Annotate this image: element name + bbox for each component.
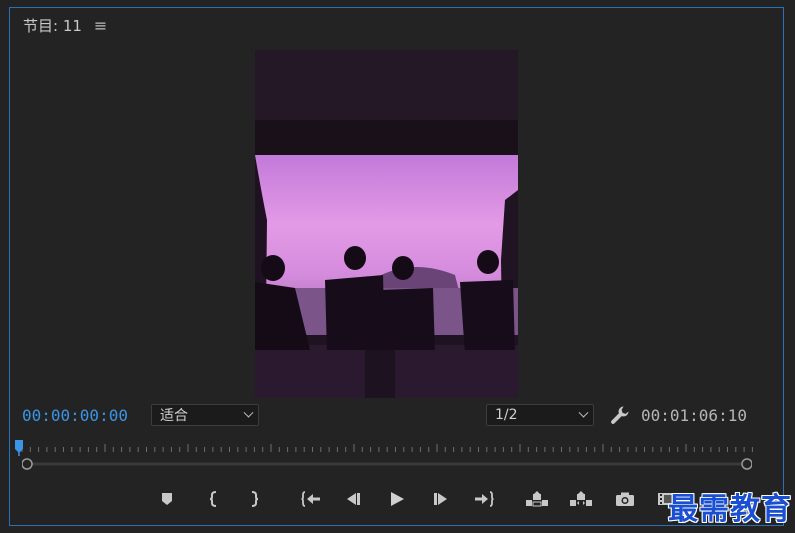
go-to-in-button[interactable] <box>298 486 324 512</box>
chevron-down-icon <box>578 407 589 418</box>
video-preview <box>255 50 518 398</box>
go-to-in-icon <box>301 491 320 507</box>
lift-icon <box>526 491 548 507</box>
duration-timecode: 00:01:06:10 <box>641 406 747 425</box>
go-to-out-button[interactable] <box>471 486 497 512</box>
add-marker-button[interactable] <box>154 486 180 512</box>
panel-header: 节目: 11 ≡ <box>23 14 107 36</box>
mark-in-button[interactable] <box>201 486 227 512</box>
fit-dropdown-value: 适合 <box>160 408 188 424</box>
fit-dropdown[interactable]: 适合 <box>151 404 259 426</box>
step-forward-button[interactable] <box>428 486 454 512</box>
play-button[interactable] <box>384 486 410 512</box>
marker-icon <box>162 493 172 505</box>
resolution-dropdown[interactable]: 1/2 <box>486 404 594 426</box>
watermark-logo: 最需教育 <box>668 492 792 527</box>
time-ruler[interactable] <box>16 442 759 456</box>
resolution-dropdown-value: 1/2 <box>495 407 518 423</box>
hamburger-icon[interactable]: ≡ <box>94 16 107 35</box>
video-frame-image <box>255 50 518 398</box>
export-frame-button[interactable] <box>612 486 638 512</box>
mark-out-icon <box>251 491 259 507</box>
zoom-scroll-bar[interactable] <box>22 457 752 471</box>
panel-title[interactable]: 节目: 11 <box>23 15 82 36</box>
playhead-handle[interactable] <box>15 440 23 456</box>
extract-button[interactable] <box>568 486 594 512</box>
step-back-icon <box>347 493 360 505</box>
chevron-down-icon <box>243 407 254 418</box>
step-back-button[interactable] <box>340 486 366 512</box>
mark-out-button[interactable] <box>241 486 267 512</box>
play-icon <box>391 492 404 506</box>
step-forward-icon <box>434 493 447 505</box>
current-timecode[interactable]: 00:00:00:00 <box>22 406 128 425</box>
zoom-handle-right <box>741 458 752 470</box>
go-to-out-icon <box>475 491 494 507</box>
mark-in-icon <box>209 491 217 507</box>
camera-icon <box>616 492 634 506</box>
extract-icon <box>570 491 592 506</box>
zoom-handle-left <box>22 458 33 470</box>
lift-button[interactable] <box>524 486 550 512</box>
wrench-icon[interactable] <box>609 404 631 426</box>
